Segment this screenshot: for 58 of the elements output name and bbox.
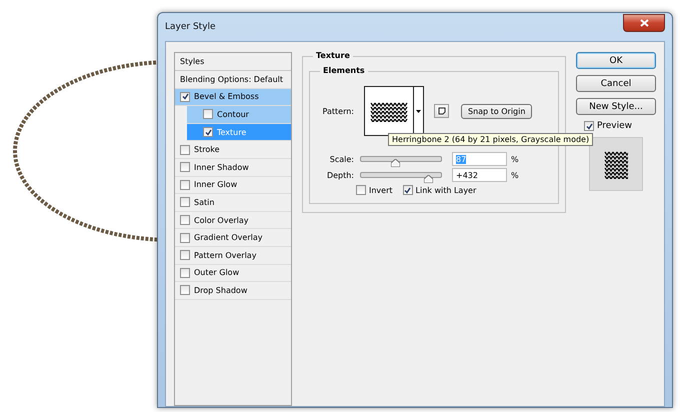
unit-label: % bbox=[511, 154, 519, 164]
style-list-item[interactable]: Satin bbox=[175, 194, 291, 212]
option-label: Invert bbox=[369, 186, 393, 194]
checkbox[interactable] bbox=[180, 180, 190, 190]
checkmark-icon bbox=[404, 186, 412, 194]
style-list-item[interactable]: Pattern Overlay bbox=[175, 246, 291, 265]
pattern-picker[interactable] bbox=[364, 86, 424, 136]
preview-pattern-icon bbox=[604, 149, 628, 179]
page-icon bbox=[438, 107, 446, 115]
pattern-swatch-icon bbox=[370, 100, 408, 122]
checkbox[interactable] bbox=[180, 197, 190, 208]
checkbox[interactable] bbox=[584, 121, 594, 131]
new-preset-button[interactable] bbox=[434, 104, 449, 118]
styles-header: Styles bbox=[180, 57, 204, 66]
checkbox[interactable] bbox=[180, 144, 190, 155]
checkbox[interactable] bbox=[203, 109, 213, 120]
checkbox[interactable] bbox=[180, 268, 190, 278]
checkbox[interactable] bbox=[203, 127, 213, 138]
style-list-item[interactable]: Outer Glow bbox=[175, 264, 291, 282]
style-list-item[interactable]: Contour bbox=[187, 106, 291, 124]
pattern-label: Pattern: bbox=[322, 106, 354, 116]
dialog-button[interactable]: OK bbox=[576, 52, 656, 69]
close-icon bbox=[640, 19, 648, 27]
checkbox[interactable] bbox=[180, 215, 190, 226]
unit-label: % bbox=[511, 170, 519, 180]
checkmark-icon bbox=[204, 128, 212, 136]
checkbox[interactable] bbox=[180, 232, 190, 243]
tooltip: Herringbone 2 (64 by 21 pixels, Grayscale mode) bbox=[388, 133, 594, 146]
slider-thumb[interactable] bbox=[391, 159, 400, 167]
slider-label: Scale: bbox=[328, 154, 354, 164]
dialog-button[interactable]: New Style... bbox=[576, 98, 656, 115]
dialog-button[interactable]: Cancel bbox=[576, 75, 656, 92]
group-title: Elements bbox=[320, 66, 368, 75]
style-list-item[interactable]: Gradient Overlay bbox=[175, 229, 291, 247]
style-list-item[interactable]: Stroke bbox=[175, 141, 291, 159]
slider-label: Depth: bbox=[326, 170, 354, 180]
checkbox[interactable] bbox=[180, 92, 190, 102]
value-field[interactable]: +432 bbox=[452, 168, 507, 182]
checkmark-icon bbox=[182, 93, 188, 100]
checkbox[interactable] bbox=[180, 285, 190, 296]
checkmark-icon bbox=[586, 122, 592, 130]
checkbox[interactable] bbox=[180, 162, 190, 172]
style-list-item[interactable]: Color Overlay bbox=[175, 212, 291, 230]
group-title: Texture bbox=[313, 51, 353, 60]
checkbox[interactable] bbox=[180, 250, 190, 260]
close-button[interactable] bbox=[623, 14, 665, 32]
style-list-item[interactable]: Inner Glow bbox=[175, 176, 291, 194]
snap-to-origin-button[interactable]: Snap to Origin bbox=[461, 104, 532, 118]
checkbox[interactable] bbox=[356, 185, 366, 195]
window-title: Layer Style bbox=[165, 22, 216, 32]
option-label: Link with Layer bbox=[416, 186, 476, 194]
preview-label: Preview bbox=[597, 121, 632, 131]
style-list-item[interactable]: Bevel & Emboss bbox=[175, 88, 291, 106]
caret-icon bbox=[416, 110, 421, 112]
style-list-item[interactable]: Drop Shadow bbox=[175, 282, 291, 300]
checkbox[interactable] bbox=[402, 185, 413, 195]
slider-thumb[interactable] bbox=[424, 175, 434, 183]
style-list-item[interactable]: Inner Shadow bbox=[175, 158, 291, 177]
